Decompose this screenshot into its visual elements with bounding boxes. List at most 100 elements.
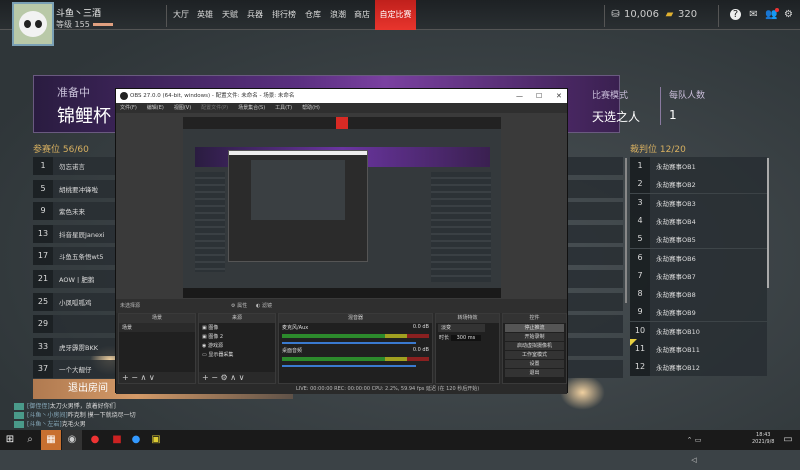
player-name: 永劫赛事OB3 bbox=[656, 199, 696, 208]
tray-icons[interactable]: ⌃ ▭ ◁ bbox=[684, 430, 704, 464]
gear-icon[interactable]: ⚙ bbox=[783, 9, 794, 20]
nav-heroes[interactable]: 英雄 bbox=[194, 0, 216, 30]
search-icon[interactable]: ⌕ bbox=[20, 430, 40, 450]
app-icon[interactable]: ▣ bbox=[146, 430, 166, 450]
transitions-dock: 转场特效 淡变 时长 300 ms bbox=[435, 313, 500, 384]
windows-start-icon[interactable]: ⊞ bbox=[0, 430, 20, 450]
clock[interactable]: 18:43 2021/9/8 bbox=[752, 432, 774, 446]
minimize-button[interactable]: — bbox=[516, 89, 523, 103]
referee-slot[interactable]: 2 永劫赛事OB2 bbox=[630, 175, 767, 194]
controls-header: 控件 bbox=[503, 314, 566, 323]
settings-button[interactable]: 设置 bbox=[505, 360, 564, 368]
properties-button[interactable]: ⚙ 属性 bbox=[231, 299, 247, 313]
slot-number: 10 bbox=[630, 321, 650, 340]
divider bbox=[660, 87, 661, 125]
source-item[interactable]: ◉ 游戏源 bbox=[199, 341, 275, 350]
flag-icon bbox=[630, 339, 637, 346]
scene-item[interactable]: 场景 bbox=[119, 323, 195, 332]
transition-select[interactable]: 淡变 bbox=[438, 324, 485, 332]
referees-header: 裁判位 12/20 bbox=[630, 145, 686, 155]
menu-view[interactable]: 视图(V) bbox=[174, 103, 191, 113]
slot-number: 3 bbox=[630, 193, 650, 212]
desktop-volume-slider[interactable] bbox=[282, 365, 416, 367]
chat-user: [御侄侄] bbox=[27, 403, 50, 410]
referee-slot[interactable]: 5 永劫赛事OB5 bbox=[630, 230, 767, 249]
referees-scrollbar[interactable] bbox=[767, 158, 769, 288]
obs-source-toolbar: 未选择源 ⚙ 属性 ◐ 滤镜 bbox=[116, 299, 567, 313]
referee-slot[interactable]: 12 永劫赛事OB12 bbox=[630, 358, 767, 377]
exit-button[interactable]: 退出 bbox=[505, 369, 564, 377]
nav-storage[interactable]: 仓库 bbox=[302, 0, 324, 30]
netease-music-icon[interactable]: ● bbox=[85, 430, 105, 450]
menu-scene-collection[interactable]: 场景集合(S) bbox=[238, 103, 265, 113]
notification-dot bbox=[775, 8, 779, 12]
mail-icon[interactable]: ✉ bbox=[748, 9, 759, 20]
menu-file[interactable]: 文件(F) bbox=[120, 103, 137, 113]
filters-label: 滤镜 bbox=[261, 303, 272, 309]
chat-user: [斗鱼丶小房间] bbox=[27, 412, 68, 419]
team-size-value: 1 bbox=[669, 108, 677, 122]
close-button[interactable]: ✕ bbox=[556, 89, 562, 103]
menu-profile[interactable]: 配置文件(P) bbox=[201, 103, 228, 113]
menu-help[interactable]: 帮助(H) bbox=[302, 103, 320, 113]
referee-slot[interactable]: 11 永劫赛事OB11 bbox=[630, 340, 767, 358]
avatar[interactable] bbox=[12, 2, 54, 46]
slot-number: 37 bbox=[33, 360, 53, 379]
badge-icon bbox=[14, 412, 24, 419]
mic-meter bbox=[282, 334, 429, 338]
mode-label: 比赛模式 bbox=[592, 91, 629, 101]
virtual-camera-button[interactable]: 启动虚拟摄像机 bbox=[505, 342, 564, 350]
preview-canvas[interactable] bbox=[183, 117, 501, 298]
referee-slot[interactable]: 3 永劫赛事OB3 bbox=[630, 193, 767, 212]
obs-window: OBS 27.0.0 (64-bit, windows) - 配置文件: 未命名… bbox=[115, 88, 568, 394]
referee-slot[interactable]: 6 永劫赛事OB6 bbox=[630, 248, 767, 267]
referee-slot[interactable]: 9 永劫赛事OB9 bbox=[630, 303, 767, 322]
source-item[interactable]: ▭ 显示器采集 bbox=[199, 350, 275, 359]
help-icon[interactable]: ? bbox=[730, 9, 741, 20]
maximize-button[interactable]: ☐ bbox=[536, 89, 542, 103]
player-name: 虎牙霹雳BKK bbox=[59, 343, 98, 352]
browser-icon[interactable]: ● bbox=[126, 430, 146, 450]
referee-slot[interactable]: 8 永劫赛事OB8 bbox=[630, 285, 767, 304]
nav-weapons[interactable]: 兵器 bbox=[244, 0, 266, 30]
nav-wave[interactable]: 浪潮 bbox=[327, 0, 349, 30]
filters-button[interactable]: ◐ 滤镜 bbox=[256, 299, 272, 313]
app-icon[interactable]: ■ bbox=[107, 430, 127, 450]
xp-bar bbox=[93, 23, 113, 26]
stop-streaming-button[interactable]: 停止推流 bbox=[505, 324, 564, 332]
slot-number: 9 bbox=[33, 202, 53, 221]
referee-slot[interactable]: 1 永劫赛事OB1 bbox=[630, 157, 767, 175]
menu-edit[interactable]: 编辑(E) bbox=[147, 103, 164, 113]
referee-slot[interactable]: 10 永劫赛事OB10 bbox=[630, 321, 767, 340]
match-status: 准备中 bbox=[57, 86, 90, 99]
divider bbox=[718, 5, 719, 27]
nav-talents[interactable]: 天赋 bbox=[219, 0, 241, 30]
start-recording-button[interactable]: 开始录制 bbox=[505, 333, 564, 341]
chat-message: [斗鱼丶左岩]克毛火男 bbox=[14, 419, 86, 428]
source-item[interactable]: ▣ 图像 2 bbox=[199, 332, 275, 341]
transitions-header: 转场特效 bbox=[436, 314, 499, 323]
players-scrollbar[interactable] bbox=[625, 158, 627, 303]
scene-controls[interactable]: + − ∧ ∨ bbox=[119, 372, 195, 383]
nav-leaderboard[interactable]: 排行榜 bbox=[269, 0, 299, 30]
preview-active-tab bbox=[336, 117, 348, 129]
game-app-icon[interactable]: ▦ bbox=[41, 430, 61, 450]
user-level: 等级 155 bbox=[56, 20, 90, 29]
referee-slot[interactable]: 7 永劫赛事OB7 bbox=[630, 266, 767, 285]
nav-shop[interactable]: 商店 bbox=[351, 0, 373, 30]
studio-mode-button[interactable]: 工作室模式 bbox=[505, 351, 564, 359]
taskbar: ⊞ ⌕ ▦ ◉ ● ■ ● ▣ ⌃ ▭ ◁ ▭ bbox=[0, 430, 800, 464]
notifications-icon[interactable]: ▭ bbox=[778, 430, 798, 450]
menu-tools[interactable]: 工具(T) bbox=[275, 103, 292, 113]
mixer-dock: 混音器 麦克风/Aux 0.0 dB 桌面音频 0.0 dB bbox=[278, 313, 433, 384]
nav-custom-match[interactable]: 自定比赛 bbox=[375, 0, 416, 30]
slot-number: 4 bbox=[630, 211, 650, 230]
duration-input[interactable]: 300 ms bbox=[450, 335, 482, 341]
source-item[interactable]: ▣ 图像 bbox=[199, 323, 275, 332]
nav-lobby[interactable]: 大厅 bbox=[170, 0, 192, 30]
mic-volume-slider[interactable] bbox=[282, 342, 416, 344]
referee-slot[interactable]: 4 永劫赛事OB4 bbox=[630, 211, 767, 230]
slot-number: 12 bbox=[630, 358, 650, 377]
obs-app-icon[interactable]: ◉ bbox=[62, 430, 82, 450]
source-controls[interactable]: + − ⚙ ∧ ∨ bbox=[199, 372, 275, 383]
